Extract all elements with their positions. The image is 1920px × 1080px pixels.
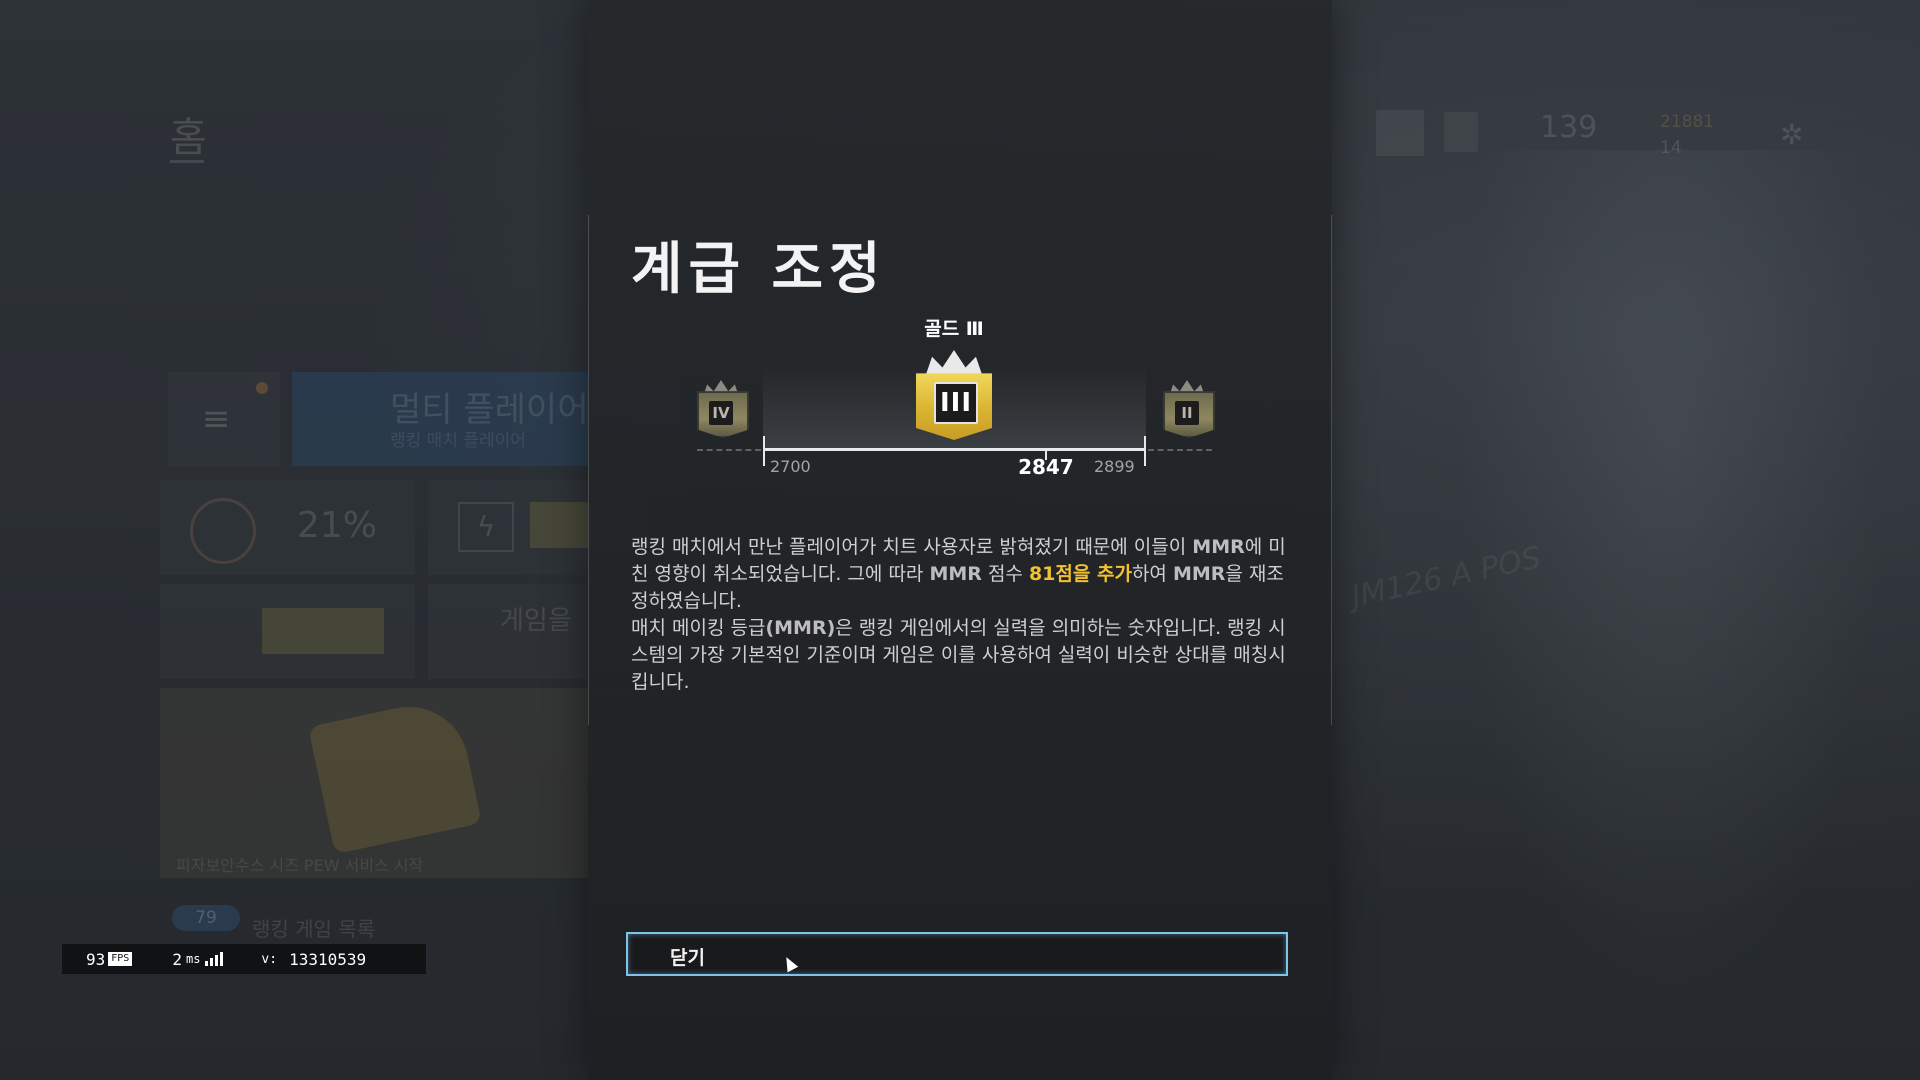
version-label: v: [261,951,278,967]
description-text: 랭킹 매치에서 만난 플레이어가 치트 사용자로 밝혀졌기 때문에 이들이 MM… [631,534,1288,696]
dialog-right-edge [1331,215,1332,725]
desc-mmr: MMR [1172,563,1226,585]
dialog-left-edge [588,215,589,725]
current-rank-badge-icon: III [916,350,992,440]
desc-text: 점수 [981,563,1029,585]
mmr-min: 2700 [770,457,811,476]
ping-unit: ms [185,952,201,966]
desc-text: 매치 메이킹 등급 [631,617,766,639]
desc-mmr: MMR [1192,536,1245,558]
track-tick-end [1144,436,1146,466]
rank-name: 골드 Ⅲ [924,318,984,340]
fps-label: FPS [108,952,133,966]
signal-bars-icon [205,951,224,966]
dialog-title: 계급 조정 [631,237,887,302]
mmr-track-line [763,448,1146,451]
version-number: 13310539 [289,949,367,969]
badge-numeral: II [1174,400,1200,426]
desc-text: 하여 [1131,563,1173,585]
fps-value: 93 [86,949,106,969]
previous-rank-badge-icon: IV [697,380,749,438]
badge-crown [925,350,983,377]
close-button[interactable]: 닫기 [626,932,1288,976]
track-dashed-left [697,449,761,451]
track-tick-start [763,436,765,466]
ping-value: 2 [172,949,182,969]
mmr-max: 2899 [1094,457,1135,476]
track-dashed-right [1148,449,1212,451]
performance-overlay: 93 FPS 2 ms v: 13310539 [62,944,426,974]
desc-mmr: (MMR) [765,617,836,639]
desc-mmr: MMR [929,563,982,585]
badge-numeral: IV [708,400,734,426]
desc-highlight: 81점을 추가 [1028,563,1132,585]
desc-text: 랭킹 매치에서 만난 플레이어가 치트 사용자로 밝혀졌기 때문에 이들이 [631,536,1193,558]
mmr-current: 2847 [1018,455,1074,479]
badge-numeral: III [934,382,978,425]
next-rank-badge-icon: II [1163,380,1215,438]
close-button-label: 닫기 [670,947,705,969]
